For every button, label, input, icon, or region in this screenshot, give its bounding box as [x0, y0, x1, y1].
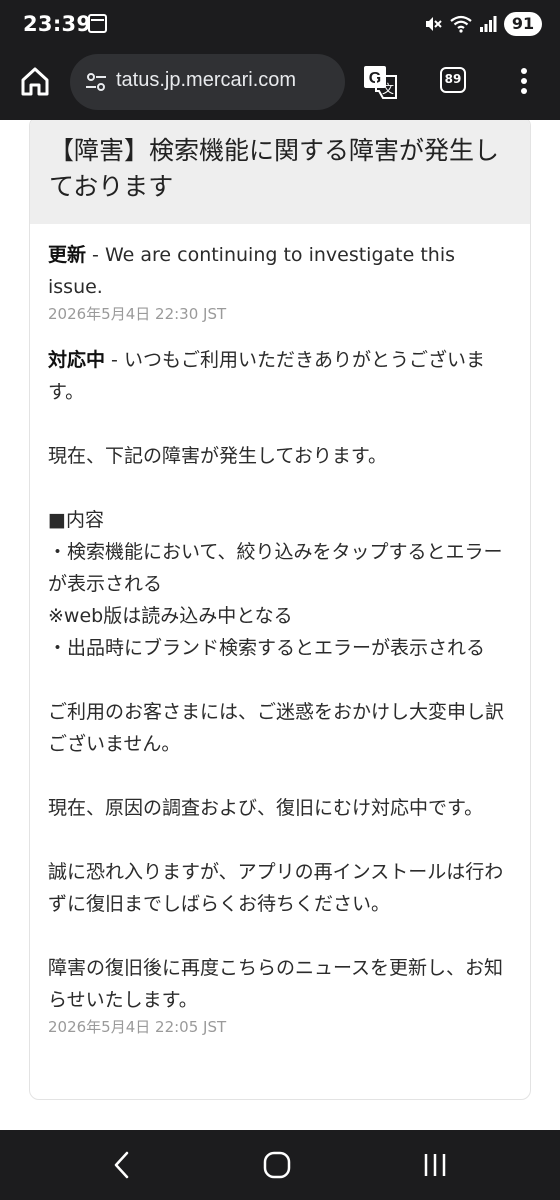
update-text: ・出品時にブランド検索するとエラーが表示される: [48, 637, 486, 659]
update-text: ・検索機能において、絞り込みをタップするとエラーが表示される: [48, 541, 503, 595]
update-lead: 更新 - We are continuing to investigate th…: [48, 239, 512, 303]
update-paragraph: ご利用のお客さまには、ご迷惑をおかけし大変申し訳ございません。: [48, 696, 512, 760]
update-text: 障害の復旧後に再度こちらのニュースを更新し、お知らせいたします。: [48, 957, 504, 1011]
tabs-icon[interactable]: 89: [440, 67, 466, 93]
battery-icon: 91: [504, 12, 542, 36]
incident-card: 【障害】検索機能に関する障害が発生しております 更新 - We are cont…: [29, 120, 531, 1100]
nav-bar: [0, 1130, 560, 1200]
site-settings-icon[interactable]: [84, 70, 108, 94]
home-circle-icon[interactable]: [263, 1150, 291, 1180]
screen: 23:39 91 tatus.jp.mercari.com G 文 89 【障害…: [0, 0, 560, 1200]
update-paragraph: ■内容: [48, 504, 512, 536]
home-icon[interactable]: [18, 64, 52, 98]
incident-header: 【障害】検索機能に関する障害が発生しております: [30, 120, 530, 224]
page-content: 【障害】検索機能に関する障害が発生しております 更新 - We are cont…: [0, 120, 560, 1130]
signal-icon: [480, 16, 497, 32]
url-text[interactable]: tatus.jp.mercari.com: [116, 69, 296, 92]
update-status: 対応中: [48, 349, 106, 371]
translate-icon[interactable]: G 文: [363, 64, 399, 100]
update-paragraph: ※web版は読み込み中となる: [48, 600, 512, 632]
update-text: ■内容: [48, 509, 104, 531]
update-paragraph: 現在、原因の調査および、復旧にむけ対応中です。: [48, 792, 512, 824]
update-paragraph: 現在、下記の障害が発生しております。: [48, 440, 512, 472]
incident-title: 【障害】検索機能に関する障害が発生しております: [49, 136, 500, 201]
update-timestamp: 2026年5月4日 22:05 JST: [48, 1018, 227, 1036]
update-text: We are continuing to investigate this is…: [48, 244, 456, 298]
update-separator: -: [105, 349, 124, 371]
update-lead: 対応中 - いつもご利用いただきありがとうございます。: [48, 344, 512, 408]
update-text: ご利用のお客さまには、ご迷惑をおかけし大変申し訳ございません。: [48, 701, 505, 755]
update-text: ※web版は読み込み中となる: [48, 605, 293, 627]
wifi-icon: [450, 15, 472, 33]
more-vert-icon[interactable]: [516, 66, 532, 96]
update-text: 誠に恐れ入りますが、アプリの再インストールは行わずに復旧までしばらくお待ちくださ…: [48, 861, 504, 915]
incident-update: 対応中 - いつもご利用いただきありがとうございます。現在、下記の障害が発生して…: [48, 344, 512, 1038]
incident-updates: 更新 - We are continuing to investigate th…: [30, 224, 530, 1038]
svg-text:文: 文: [382, 81, 394, 96]
update-text: 現在、原因の調査および、復旧にむけ対応中です。: [48, 797, 484, 819]
update-status: 更新: [48, 244, 87, 266]
incident-update: 更新 - We are continuing to investigate th…: [48, 239, 512, 325]
back-icon[interactable]: [112, 1150, 132, 1180]
update-paragraph: ・検索機能において、絞り込みをタップするとエラーが表示される: [48, 536, 512, 600]
mute-icon: [426, 17, 442, 31]
calendar-icon: [88, 14, 107, 33]
update-separator: -: [86, 244, 105, 266]
update-paragraph: ・出品時にブランド検索するとエラーが表示される: [48, 632, 512, 664]
status-time: 23:39: [23, 12, 92, 36]
update-timestamp: 2026年5月4日 22:30 JST: [48, 305, 227, 323]
update-paragraph: 誠に恐れ入りますが、アプリの再インストールは行わずに復旧までしばらくお待ちくださ…: [48, 856, 512, 920]
update-paragraph: 障害の復旧後に再度こちらのニュースを更新し、お知らせいたします。: [48, 952, 512, 1016]
recent-apps-icon[interactable]: [423, 1152, 447, 1178]
update-text: 現在、下記の障害が発生しております。: [48, 445, 387, 467]
url-bar[interactable]: tatus.jp.mercari.com: [70, 54, 345, 110]
status-bar: 23:39 91: [0, 0, 560, 48]
browser-toolbar: tatus.jp.mercari.com G 文 89: [0, 48, 560, 120]
status-icons: 91: [423, 11, 542, 37]
